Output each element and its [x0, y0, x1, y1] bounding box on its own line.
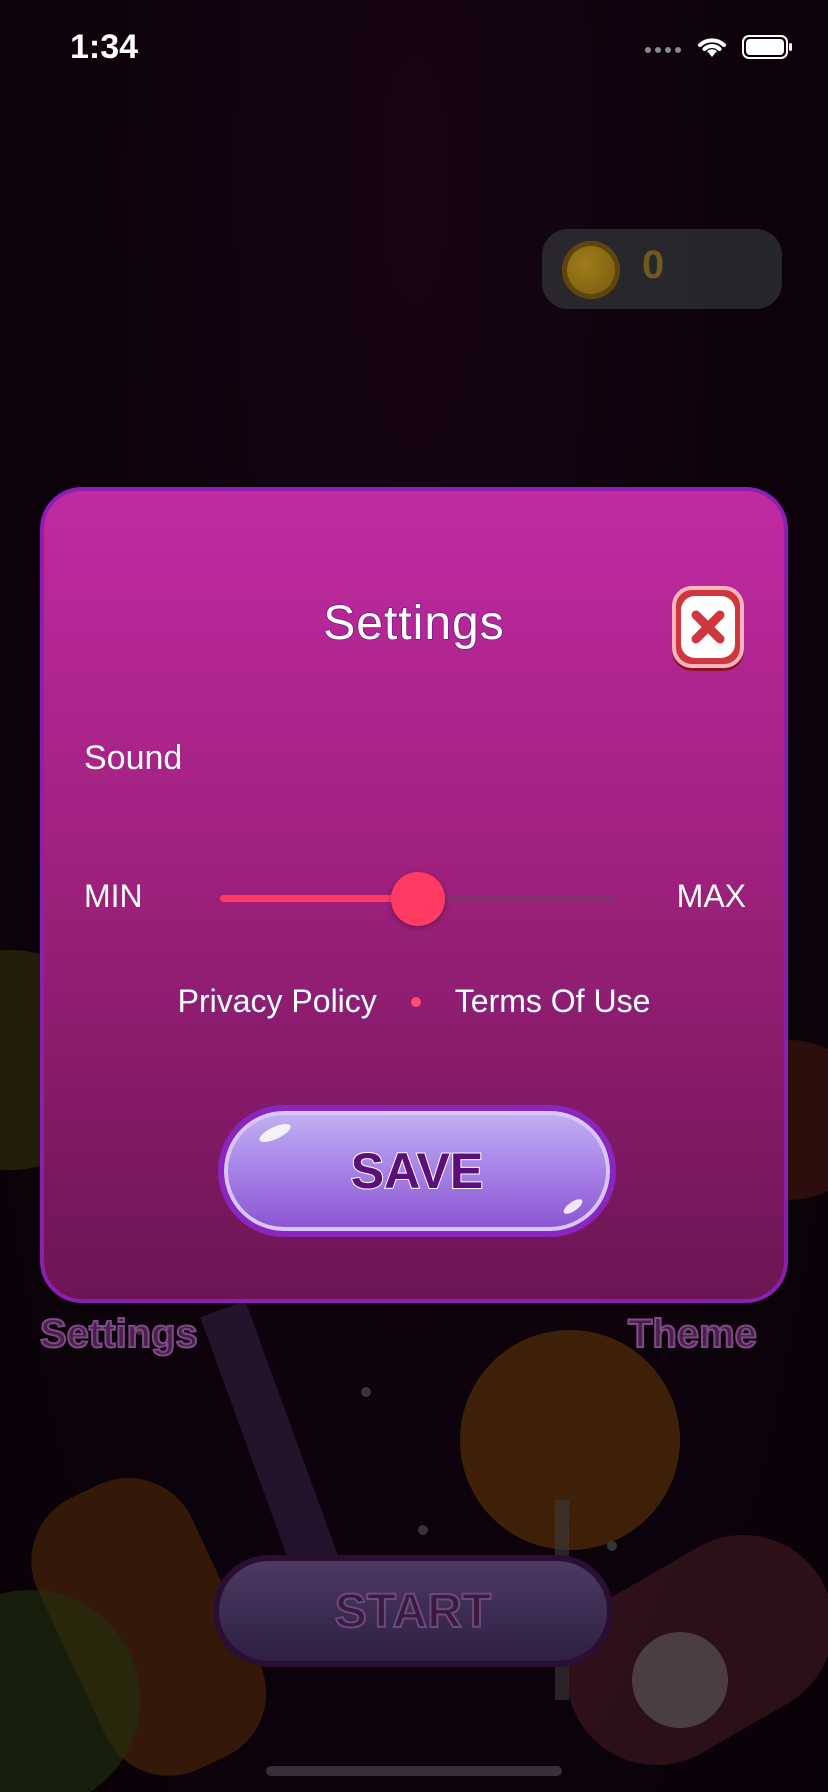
wifi-icon: [696, 35, 728, 63]
cellular-signal-icon: [644, 40, 682, 59]
status-time: 1:34: [70, 28, 139, 66]
save-button[interactable]: SAVE: [218, 1105, 616, 1237]
slider-fill: [220, 895, 418, 902]
settings-dialog: Settings Sound MIN MAX Privacy Policy Te…: [40, 487, 788, 1303]
status-icons: [644, 34, 794, 64]
terms-of-use-link[interactable]: Terms Of Use: [454, 982, 651, 1020]
battery-icon: [742, 34, 794, 64]
close-icon: [681, 596, 735, 658]
gloss-highlight: [257, 1120, 293, 1146]
theme-menu-label: Theme: [627, 1311, 758, 1357]
home-indicator: [266, 1766, 562, 1776]
settings-menu-label: Settings: [39, 1311, 199, 1357]
coin-counter: 0: [542, 229, 782, 309]
privacy-policy-link[interactable]: Privacy Policy: [177, 982, 377, 1020]
save-button-label: SAVE: [350, 1142, 484, 1200]
start-button[interactable]: START: [213, 1555, 613, 1667]
coin-icon: [562, 241, 620, 299]
slider-thumb[interactable]: [391, 872, 445, 926]
status-bar: 1:34: [0, 0, 828, 100]
separator-dot: [410, 996, 421, 1007]
start-button-label: START: [334, 1584, 492, 1639]
legal-links: Privacy Policy Terms Of Use: [44, 982, 784, 1020]
volume-max-label: MAX: [676, 878, 746, 914]
gloss-highlight: [561, 1196, 585, 1217]
close-button[interactable]: [672, 586, 744, 668]
coin-count: 0: [642, 243, 665, 287]
sound-slider[interactable]: [220, 872, 616, 926]
volume-min-label: MIN: [84, 878, 143, 914]
sound-label: Sound: [84, 739, 183, 777]
